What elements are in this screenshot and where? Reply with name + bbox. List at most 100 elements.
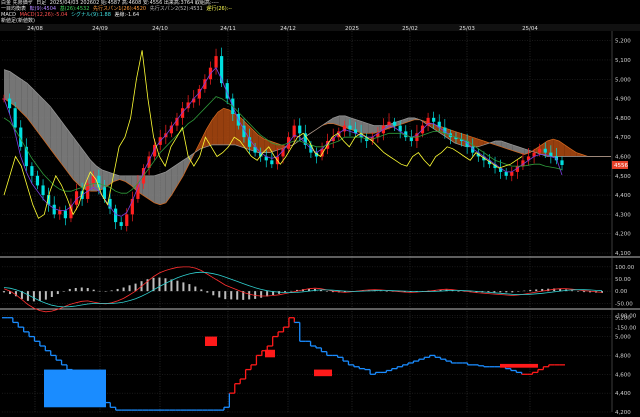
last-price-label: 4556 <box>614 163 628 169</box>
price-tick-label: 5,100 <box>615 58 631 64</box>
senkou-span2-line <box>3 69 611 177</box>
macd-histogram-bar <box>182 282 185 292</box>
renko-tick-label: 4,800 <box>615 353 631 359</box>
macd-histogram-bar <box>86 287 89 292</box>
macd-histogram-bar <box>248 291 251 300</box>
macd-histogram-bar <box>80 287 83 292</box>
macd-histogram-bar <box>535 289 538 292</box>
candle-body <box>504 171 508 176</box>
kumo-cloud-segment <box>165 168 172 203</box>
renko-tick-label: 4,200 <box>615 410 631 416</box>
candle-body <box>58 210 62 215</box>
ichimoku-panel[interactable]: 4556 <box>2 47 628 232</box>
macd-histogram-bar <box>517 291 520 292</box>
macd-histogram-bar <box>92 289 95 292</box>
macd-histogram-bar <box>284 291 287 293</box>
renko-block-up <box>265 349 275 358</box>
candle-body <box>281 148 285 157</box>
kumo-cloud-segment <box>148 175 155 203</box>
macd-histogram-bar <box>50 291 53 297</box>
macd-histogram-bar <box>224 291 227 300</box>
macd-histogram-bar <box>218 291 221 298</box>
candle-body <box>409 137 413 142</box>
price-tick-label: 4,200 <box>615 232 631 238</box>
macd-histogram-bar <box>44 291 47 300</box>
macd-histogram-bar <box>122 287 125 292</box>
candle-body <box>270 160 274 165</box>
macd-histogram-bar <box>74 287 77 292</box>
candle-body <box>24 146 28 167</box>
renko-block-down <box>44 369 106 408</box>
macd-histogram-bar <box>505 291 508 293</box>
renko-block-up <box>500 363 538 368</box>
candle-body <box>30 166 34 176</box>
macd-histogram-bar <box>38 291 41 301</box>
kumo-cloud-segment <box>44 100 51 149</box>
price-tick-label: 4,400 <box>615 193 631 199</box>
candle-body <box>97 175 101 188</box>
kumo-cloud-segment <box>154 173 161 205</box>
macd-histogram-bar <box>200 289 203 292</box>
kumo-cloud-segment <box>558 141 565 157</box>
price-tick-label: 4,600 <box>615 154 631 160</box>
macd-panel[interactable] <box>3 266 603 313</box>
renko-tick-label: 5,200 <box>615 316 631 322</box>
date-axis: 24/08 24/09 24/10 24/11 24/12 2025 25/02 25/03 2… <box>0 24 640 32</box>
macd-histogram-bar <box>32 291 35 302</box>
macd-histogram-bar <box>325 291 328 292</box>
macd-histogram-bar <box>56 291 59 295</box>
macd-histogram-bar <box>98 290 101 292</box>
macd-histogram-bar <box>523 290 526 292</box>
candle-body <box>348 125 352 130</box>
macd-histogram-bar <box>188 284 191 292</box>
renko-block-up <box>314 369 332 377</box>
macd-histogram-bar <box>529 289 532 292</box>
renko-tick-label: 5,000 <box>615 335 631 341</box>
renko-panel[interactable] <box>2 317 565 411</box>
kumo-cloud-segment <box>125 175 132 186</box>
macd-histogram-bar <box>62 291 65 292</box>
macd-histogram-bar <box>212 291 215 296</box>
kumo-cloud-segment <box>56 114 62 165</box>
macd-tick-label: -50.00 <box>615 301 633 307</box>
candle-body <box>432 117 436 122</box>
price-axes: 5,200 5,100 5,000 4,900 4,800 4,700 4,600 4,500… <box>615 39 637 416</box>
candle-body <box>114 208 118 223</box>
price-tick-label: 4,500 <box>615 174 631 180</box>
kumo-cloud-segment <box>160 171 166 205</box>
price-tick-label: 4,900 <box>615 97 631 103</box>
candle-body <box>63 210 67 219</box>
macd-histogram-bar <box>290 290 293 292</box>
candle-body <box>7 98 12 109</box>
macd-histogram-bar <box>116 288 119 292</box>
candle-body <box>510 171 514 176</box>
candle-body <box>393 121 397 126</box>
macd-tick-label: 100.00 <box>615 265 635 271</box>
macd-histogram-bar <box>68 288 71 292</box>
candle-body <box>538 148 542 153</box>
macd-histogram-bar <box>176 280 179 292</box>
price-tick-label: 5,200 <box>615 39 631 45</box>
macd-histogram-bar <box>206 291 209 293</box>
candle-body <box>560 160 564 165</box>
candle-body <box>41 185 45 196</box>
macd-histogram-bar <box>493 291 496 293</box>
kumo-cloud-segment <box>570 148 577 157</box>
candle-body <box>125 214 129 226</box>
macd-histogram-bar <box>164 278 167 292</box>
stock-chart-canvas[interactable]: 24/08 24/09 24/10 24/11 24/12 2025 25/02 25/03 2… <box>0 0 640 417</box>
macd-histogram-bar <box>385 291 388 292</box>
candle-body <box>136 183 140 199</box>
renko-block-up <box>205 336 217 346</box>
macd-histogram-bar <box>236 291 239 300</box>
kumo-cloud-segment <box>177 160 184 186</box>
price-tick-label: 4,700 <box>615 135 631 141</box>
kumo-cloud-segment <box>217 108 224 145</box>
macd-histogram-bar <box>457 291 460 292</box>
kumo-cloud-segment <box>258 135 265 153</box>
kumo-cloud-segment <box>131 175 137 192</box>
kumo-cloud-segment <box>50 106 57 157</box>
kumo-cloud-segment <box>21 79 28 118</box>
candle-body <box>298 125 302 134</box>
candle-body <box>13 108 17 128</box>
